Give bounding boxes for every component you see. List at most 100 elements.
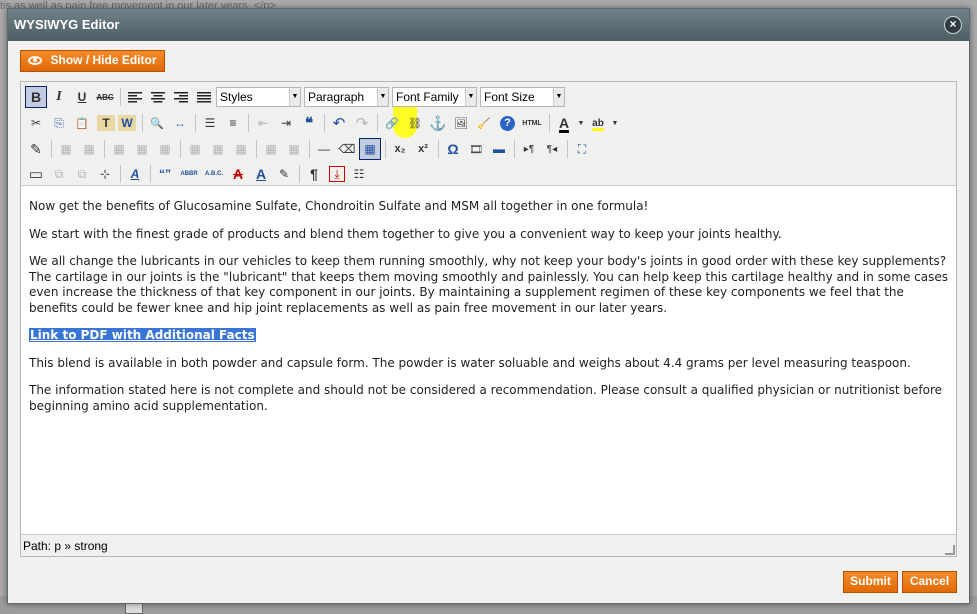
paragraph-select[interactable]: Paragraph ▼ <box>304 87 389 107</box>
editor-content-area[interactable]: Now get the benefits of Glucosamine Sulf… <box>21 187 956 534</box>
link-icon[interactable]: 🔗 <box>381 112 403 134</box>
subscript-icon[interactable]: x₂ <box>389 138 411 160</box>
paste-icon[interactable]: 📋 <box>71 112 93 134</box>
split-cells-icon[interactable]: ▦ <box>260 138 282 160</box>
undo-icon[interactable]: ↶ <box>328 112 350 134</box>
edit-icon[interactable]: ✎ <box>25 138 47 160</box>
styles-select[interactable]: Styles ▼ <box>216 87 301 107</box>
visual-aid-icon[interactable]: ▦ <box>359 138 381 160</box>
toolbar-separator <box>438 140 439 158</box>
editor-frame: B I U ABC Styles ▼ Paragraph ▼ Font Family… <box>20 81 957 557</box>
align-justify-button[interactable] <box>193 86 215 108</box>
insert-col-after-icon[interactable]: ▦ <box>207 138 229 160</box>
align-right-button[interactable] <box>170 86 192 108</box>
unlink-icon[interactable]: ⛓ <box>404 112 426 134</box>
cancel-button[interactable]: Cancel <box>902 571 957 593</box>
dialog-titlebar: WYSIWYG Editor × <box>8 9 969 41</box>
ltr-icon[interactable]: ▸¶ <box>518 138 540 160</box>
dialog-title: WYSIWYG Editor <box>14 17 120 32</box>
hr-icon[interactable]: ▬ <box>488 138 510 160</box>
attributes-icon[interactable]: ✎ <box>273 163 295 185</box>
cleanup-icon[interactable]: 🧹 <box>473 112 495 134</box>
cite-icon[interactable]: “” <box>154 163 176 185</box>
paragraph-select-label: Paragraph <box>308 90 365 104</box>
toolbar-separator <box>299 165 300 183</box>
paste-word-icon[interactable]: W <box>118 115 136 131</box>
toolbar-row-3: ✎ ▦ ▦ ▦ ▦ ▦ ▦ ▦ ▦ ▦ ▦ — ⌫ ▦ x₂ x² Ω 🎞 ▬ … <box>25 137 594 161</box>
font-family-select[interactable]: Font Family ▼ <box>392 87 477 107</box>
numbered-list-icon[interactable]: ≡ <box>222 112 244 134</box>
table-row-props-icon[interactable]: ▦ <box>55 138 77 160</box>
style-props-icon[interactable]: A <box>124 163 146 185</box>
absolute-position-icon[interactable]: ⊹ <box>94 163 116 185</box>
underline-button[interactable]: U <box>71 86 93 108</box>
pdf-link[interactable]: Link to PDF with Additional Facts <box>29 328 256 342</box>
content-paragraph: We all change the lubricants in our vehi… <box>29 254 949 315</box>
omega-icon[interactable]: Ω <box>442 138 464 160</box>
align-center-button[interactable] <box>147 86 169 108</box>
html-source-icon[interactable]: HTML <box>519 112 545 134</box>
element-path: Path: p » strong <box>23 539 108 553</box>
content-paragraph: Link to PDF with Additional Facts <box>29 328 948 344</box>
editor-toolbar: B I U ABC Styles ▼ Paragraph ▼ Font Family… <box>21 82 956 186</box>
align-left-button[interactable] <box>124 86 146 108</box>
toolbar-separator <box>104 140 105 158</box>
help-icon[interactable]: ? <box>500 115 515 131</box>
pagebreak-icon[interactable]: ⤓ <box>329 166 345 182</box>
delete-row-icon[interactable]: ▦ <box>154 138 176 160</box>
chevron-down-icon: ▼ <box>377 88 388 106</box>
horizontal-rule-icon[interactable]: — <box>313 138 335 160</box>
remove-format-icon[interactable]: ⌫ <box>336 138 358 160</box>
insert-row-before-icon[interactable]: ▦ <box>108 138 130 160</box>
content-paragraph: The information stated here is not compl… <box>29 383 942 413</box>
toolbar-separator <box>51 140 52 158</box>
eye-icon <box>28 56 43 65</box>
bullet-list-icon[interactable]: ☰ <box>199 112 221 134</box>
rtl-icon[interactable]: ¶◂ <box>541 138 563 160</box>
toolbar-row-2: ✂ ⎘ 📋 T W 🔍 ↔ ☰ ≡ ⇤ ⇥ ❝ ↶ ↷ 🔗 ⛓ ⚓ 🖼 🧹 ? … <box>25 111 621 135</box>
anchor-icon[interactable]: ⚓ <box>427 112 449 134</box>
chevron-down-icon[interactable]: ▼ <box>610 112 620 134</box>
superscript-icon[interactable]: x² <box>412 138 434 160</box>
media-icon[interactable]: 🎞 <box>465 138 487 160</box>
nonbreaking-icon[interactable]: ¶ <box>303 163 325 185</box>
italic-button[interactable]: I <box>48 86 70 108</box>
move-backward-icon[interactable]: ⧉ <box>71 163 93 185</box>
image-icon[interactable]: 🖼 <box>450 112 472 134</box>
replace-icon[interactable]: ↔ <box>169 112 191 134</box>
abbr-icon[interactable]: ABBR <box>177 163 201 185</box>
table-cell-props-icon[interactable]: ▦ <box>78 138 100 160</box>
copy-icon[interactable]: ⎘ <box>48 112 70 134</box>
indent-icon[interactable]: ⇥ <box>275 112 297 134</box>
bold-button[interactable]: B <box>25 86 47 108</box>
outdent-icon[interactable]: ⇤ <box>252 112 274 134</box>
font-size-select[interactable]: Font Size ▼ <box>480 87 565 107</box>
insert-text-icon[interactable]: A <box>250 163 272 185</box>
find-icon[interactable]: 🔍 <box>146 112 168 134</box>
submit-button[interactable]: Submit <box>843 571 898 593</box>
template-icon[interactable]: ☷ <box>348 163 370 185</box>
close-button[interactable]: × <box>944 16 962 34</box>
delete-text-icon[interactable]: A <box>227 163 249 185</box>
paste-text-icon[interactable]: T <box>97 115 115 131</box>
delete-col-icon[interactable]: ▦ <box>230 138 252 160</box>
fullscreen-icon[interactable]: ⛶ <box>571 138 593 160</box>
move-forward-icon[interactable]: ⧉ <box>48 163 70 185</box>
insert-layer-icon[interactable]: ▭ <box>25 163 47 185</box>
acronym-icon[interactable]: A.B.C. <box>202 163 226 185</box>
merge-cells-icon[interactable]: ▦ <box>283 138 305 160</box>
cut-icon[interactable]: ✂ <box>25 112 47 134</box>
show-hide-editor-button[interactable]: Show / Hide Editor <box>20 50 165 72</box>
content-paragraph: Now get the benefits of Glucosamine Sulf… <box>29 199 649 213</box>
highlight-color-icon[interactable]: ab <box>587 112 609 134</box>
strikethrough-button[interactable]: ABC <box>94 86 116 108</box>
blockquote-icon[interactable]: ❝ <box>298 112 320 134</box>
insert-col-before-icon[interactable]: ▦ <box>184 138 206 160</box>
editor-status-bar: Path: p » strong <box>21 534 956 556</box>
redo-icon[interactable]: ↷ <box>351 112 373 134</box>
text-color-icon[interactable]: A <box>553 112 575 134</box>
toolbar-separator <box>120 165 121 183</box>
insert-row-after-icon[interactable]: ▦ <box>131 138 153 160</box>
resize-grip-icon[interactable] <box>945 545 955 555</box>
chevron-down-icon[interactable]: ▼ <box>576 112 586 134</box>
